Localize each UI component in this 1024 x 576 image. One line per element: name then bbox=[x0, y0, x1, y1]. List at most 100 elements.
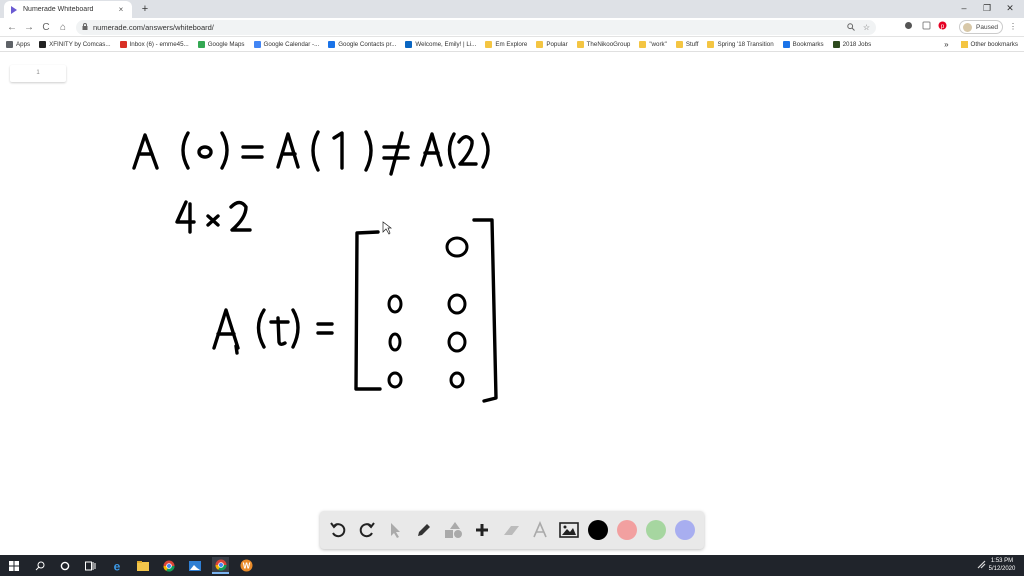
reload-button[interactable]: C bbox=[39, 21, 53, 35]
windows-start-icon[interactable] bbox=[5, 557, 22, 574]
bookmark-item[interactable]: "work" bbox=[639, 40, 667, 48]
bookmark-item[interactable]: Welcome, Emily! | Li... bbox=[405, 40, 476, 48]
menu-icon[interactable]: ⋮ bbox=[1007, 21, 1019, 33]
color-black-swatch[interactable] bbox=[588, 520, 608, 540]
bookmark-item[interactable]: Stuff bbox=[675, 40, 698, 48]
bookmark-icon bbox=[119, 40, 127, 48]
matrix-entry-zero bbox=[387, 294, 403, 314]
matrix-brackets bbox=[354, 218, 498, 403]
pinterest-icon[interactable]: p bbox=[936, 21, 948, 33]
bookmark-label: Bookmarks bbox=[792, 40, 824, 48]
bookmark-label: Google Calendar -... bbox=[263, 40, 320, 48]
chrome-icon[interactable] bbox=[160, 557, 177, 574]
pen-icon[interactable] bbox=[412, 518, 436, 542]
color-green-swatch[interactable] bbox=[646, 520, 666, 540]
window-close-button[interactable]: ✕ bbox=[996, 0, 1024, 16]
undo-icon[interactable] bbox=[326, 518, 350, 542]
bookmark-item[interactable]: Bookmarks bbox=[782, 40, 824, 48]
extension-box-icon[interactable] bbox=[920, 21, 932, 33]
bookmark-item[interactable]: Popular bbox=[536, 40, 568, 48]
back-button[interactable]: ← bbox=[5, 21, 19, 35]
whiteboard-page: 1 bbox=[0, 52, 1024, 555]
tab-close-icon[interactable]: × bbox=[116, 5, 126, 14]
bookmark-icon bbox=[576, 40, 584, 48]
numerade-logo-icon bbox=[10, 5, 18, 14]
matrix-entry-zero bbox=[447, 293, 467, 315]
cortana-icon[interactable] bbox=[56, 557, 73, 574]
bookmark-item[interactable]: XFINITY by Comcas... bbox=[39, 40, 111, 48]
eraser-icon[interactable] bbox=[499, 518, 523, 542]
bookmark-label: XFINITY by Comcas... bbox=[49, 40, 111, 48]
app-w-icon[interactable]: W bbox=[238, 557, 255, 574]
clock-date: 5/12/2020 bbox=[988, 566, 1016, 572]
select-pointer-icon[interactable] bbox=[383, 518, 407, 542]
whiteboard-toolbar bbox=[320, 511, 704, 549]
color-red-swatch[interactable] bbox=[617, 520, 637, 540]
handwritten-line-3 bbox=[212, 308, 334, 355]
taskbar-clock[interactable]: 1:53 PM 5/12/2020 bbox=[986, 557, 1018, 573]
forward-button[interactable]: → bbox=[22, 21, 36, 35]
bookmark-icon bbox=[782, 40, 790, 48]
bookmark-item[interactable]: Google Maps bbox=[197, 40, 245, 48]
url-text[interactable]: numerade.com/answers/whiteboard/ bbox=[93, 23, 839, 32]
bookmark-label: Spring '18 Transition bbox=[717, 40, 774, 48]
bookmark-icon bbox=[405, 40, 413, 48]
avatar bbox=[963, 22, 972, 32]
bookmark-label: "work" bbox=[649, 40, 667, 48]
image-icon[interactable] bbox=[557, 518, 581, 542]
bookmark-item[interactable]: Apps bbox=[6, 40, 31, 48]
bookmark-item[interactable]: Google Calendar -... bbox=[253, 40, 320, 48]
handwritten-line-2 bbox=[175, 200, 252, 234]
folder-icon bbox=[960, 41, 968, 48]
matrix-entry-zero bbox=[388, 332, 402, 352]
new-tab-button[interactable]: + bbox=[138, 2, 152, 16]
apps-grid-icon bbox=[6, 40, 13, 48]
bookmark-item[interactable]: Spring '18 Transition bbox=[707, 40, 774, 48]
bookmark-label: Google Maps bbox=[207, 40, 245, 48]
file-explorer-icon[interactable] bbox=[134, 557, 151, 574]
bookmark-icon bbox=[832, 40, 840, 48]
bookmark-item[interactable]: Inbox (6) - emme45... bbox=[119, 40, 189, 48]
edge-icon[interactable]: e bbox=[108, 557, 125, 574]
bookmark-label: TheNikooGroup bbox=[586, 40, 631, 48]
add-icon[interactable] bbox=[470, 518, 494, 542]
tab-title: Numerade Whiteboard bbox=[23, 6, 94, 13]
more-bookmarks-button[interactable]: » bbox=[944, 40, 948, 49]
profile-button[interactable]: Paused bbox=[959, 20, 1003, 34]
whiteboard-canvas[interactable] bbox=[0, 52, 1024, 555]
bookmark-icon bbox=[639, 40, 647, 48]
bookmark-icon bbox=[707, 40, 715, 48]
home-button[interactable]: ⌂ bbox=[56, 21, 70, 35]
color-blue-swatch[interactable] bbox=[675, 520, 695, 540]
search-icon[interactable] bbox=[31, 557, 48, 574]
bookmark-label: Popular bbox=[546, 40, 568, 48]
handwritten-line-1 bbox=[132, 130, 490, 176]
tab-numerade-whiteboard[interactable]: Numerade Whiteboard × bbox=[4, 1, 132, 18]
matrix-entry-zero bbox=[387, 371, 403, 389]
shapes-icon[interactable] bbox=[441, 518, 465, 542]
bookmark-icon bbox=[485, 40, 493, 48]
star-icon[interactable]: ☆ bbox=[863, 23, 870, 32]
photos-icon[interactable] bbox=[186, 557, 203, 574]
redo-icon[interactable] bbox=[355, 518, 379, 542]
chrome-active-icon[interactable] bbox=[212, 557, 229, 574]
bookmark-item[interactable]: Em Explore bbox=[485, 40, 527, 48]
svg-text:e: e bbox=[113, 560, 120, 572]
bookmark-item[interactable]: Google Contacts pr... bbox=[328, 40, 396, 48]
browser-toolbar: ← → C ⌂ numerade.com/answers/whiteboard/… bbox=[0, 18, 1024, 37]
address-bar[interactable]: numerade.com/answers/whiteboard/ ☆ bbox=[76, 20, 876, 35]
matrix-entry-zero bbox=[447, 331, 467, 353]
bookmark-item[interactable]: 2018 Jobs bbox=[832, 40, 871, 48]
task-view-icon[interactable] bbox=[82, 557, 99, 574]
text-tool-icon[interactable] bbox=[528, 518, 552, 542]
other-bookmarks[interactable]: Other bookmarks bbox=[971, 41, 1018, 48]
bookmark-label: Apps bbox=[16, 40, 31, 48]
extension-icon[interactable] bbox=[902, 21, 914, 33]
bookmark-icon bbox=[328, 40, 336, 48]
tab-strip: Numerade Whiteboard × + – ❐ ✕ bbox=[0, 0, 1024, 18]
taskbar: e W 1:53 PM 5/12/2020 bbox=[0, 555, 1024, 576]
search-icon[interactable] bbox=[847, 22, 855, 33]
matrix-entry-zero bbox=[445, 236, 469, 258]
bookmark-item[interactable]: TheNikooGroup bbox=[576, 40, 631, 48]
bookmark-icon bbox=[536, 40, 544, 48]
